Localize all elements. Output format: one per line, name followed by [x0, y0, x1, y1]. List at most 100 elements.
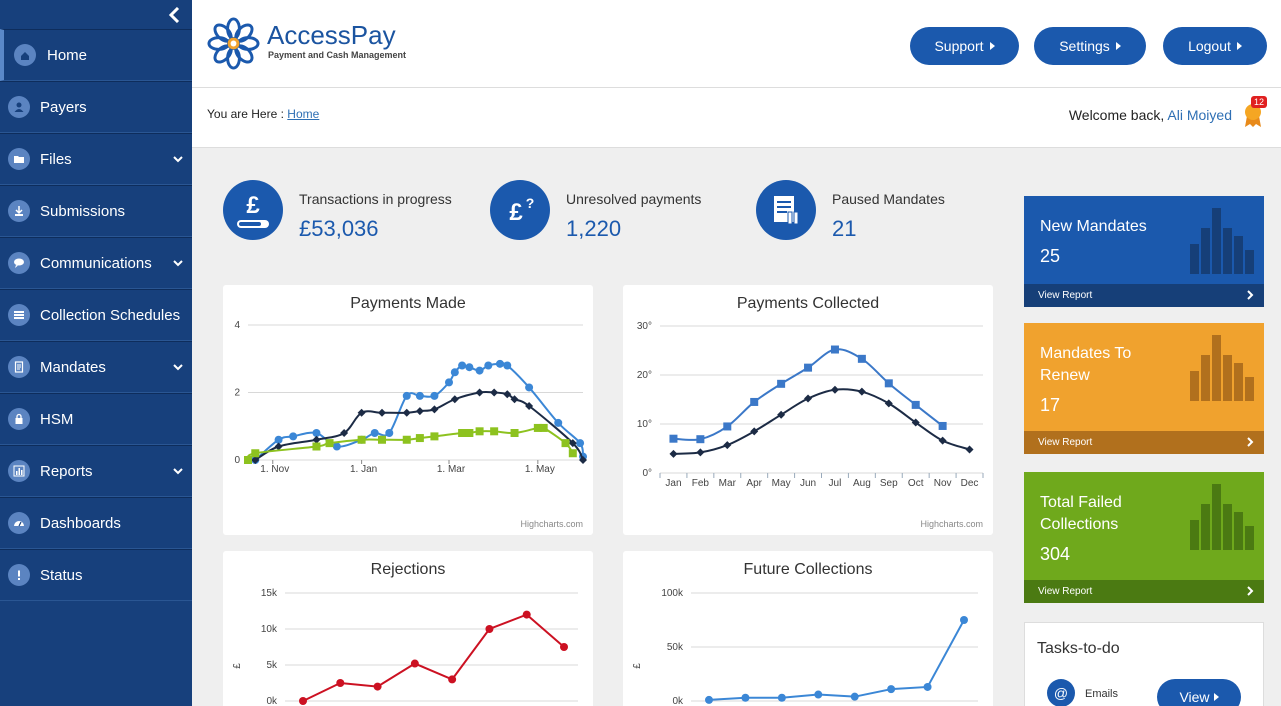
welcome-message: Welcome back, Ali Moiyed [1069, 107, 1232, 123]
data-point [522, 610, 531, 619]
bar-chart-icon [1190, 335, 1254, 401]
y-tick-label: 4 [234, 320, 240, 331]
settings-button[interactable]: Settings [1034, 27, 1146, 65]
view-report-link[interactable]: View Report [1024, 284, 1264, 307]
chart-credit[interactable]: Highcharts.com [920, 519, 983, 529]
breadcrumb-prefix: You are Here : [207, 107, 284, 121]
paused-document-icon [756, 180, 816, 240]
data-point [357, 435, 366, 444]
tasks-emails-label: Emails [1085, 688, 1119, 700]
card-count: 304 [1040, 544, 1071, 564]
caret-right-icon [1247, 586, 1254, 596]
exclamation-icon [8, 564, 30, 586]
y-tick-label: 0k [672, 696, 684, 706]
support-button-label: Support [934, 38, 984, 54]
sidebar-item-mandates[interactable]: Mandates [0, 341, 192, 393]
breadcrumb-home-link[interactable]: Home [287, 107, 319, 121]
sidebar-item-hsm[interactable]: HSM [0, 393, 192, 445]
sidebar-item-home[interactable]: Home [0, 29, 192, 81]
sidebar-item-reports[interactable]: Reports [0, 445, 192, 497]
data-point [539, 423, 548, 432]
data-point [385, 429, 394, 437]
data-point [568, 449, 577, 458]
data-point [325, 439, 334, 448]
sidebar-item-dashboards[interactable]: Dashboards [0, 497, 192, 549]
data-point [965, 445, 974, 454]
accesspay-logo-icon [207, 17, 260, 70]
total-failed-collections-card[interactable]: Total Failed Collections 304 View Report [1024, 472, 1264, 603]
at-sign-icon: @ [1047, 679, 1075, 706]
sidebar-item-files[interactable]: Files [0, 133, 192, 185]
data-point [450, 368, 459, 377]
caret-right-icon [1236, 42, 1242, 50]
sidebar-item-label: Communications [40, 254, 152, 272]
series-line [254, 390, 584, 461]
y-tick-label: 10° [637, 419, 652, 430]
data-point [485, 625, 494, 633]
data-point [938, 436, 947, 445]
data-point [402, 408, 411, 417]
chevron-down-icon [173, 156, 183, 163]
data-point [289, 432, 298, 441]
app-header: AccessPay Payment and Cash Management Su… [192, 0, 1281, 88]
view-report-link[interactable]: View Report [1024, 431, 1264, 454]
sidebar-item-payers[interactable]: Payers [0, 81, 192, 133]
x-tick-label: Feb [692, 478, 710, 489]
sidebar-item-submissions[interactable]: Submissions [0, 185, 192, 237]
svg-text:?: ? [526, 195, 535, 211]
y-tick-label: 100k [661, 588, 684, 599]
data-point [484, 361, 493, 370]
list-icon [8, 304, 30, 326]
caret-right-icon [1213, 693, 1219, 701]
y-tick-label: 15k [261, 588, 278, 599]
support-button[interactable]: Support [910, 27, 1019, 65]
card-body: Mandates To Renew 17 [1024, 323, 1264, 431]
data-point [960, 616, 968, 624]
sidebar-item-label: Files [40, 150, 72, 168]
sidebar-item-collection-schedules[interactable]: Collection Schedules [0, 289, 192, 341]
brand-tagline: Payment and Cash Management [268, 50, 407, 60]
x-tick-label: Apr [746, 478, 762, 489]
logout-button-label: Logout [1188, 38, 1231, 54]
data-point [378, 435, 386, 444]
stat-label: Unresolved payments [566, 191, 702, 207]
x-tick-label: 1. May [525, 464, 555, 475]
sidebar-item-communications[interactable]: Communications [0, 237, 192, 289]
data-point [450, 395, 459, 404]
x-tick-label: Aug [853, 478, 871, 489]
pound-progress-icon: £ [223, 180, 283, 240]
logout-button[interactable]: Logout [1163, 27, 1267, 65]
stat-label: Paused Mandates [832, 191, 945, 207]
caret-right-icon [1115, 42, 1121, 50]
y-tick-label: 2 [234, 388, 240, 399]
chart-credit[interactable]: Highcharts.com [520, 519, 583, 529]
sidebar-item-label: Home [47, 46, 88, 64]
data-point [923, 682, 932, 691]
x-tick-label: Sep [880, 478, 898, 489]
mandates-to-renew-card[interactable]: Mandates To Renew 17 View Report [1024, 323, 1264, 454]
caret-right-icon [989, 42, 995, 50]
view-report-label: View Report [1038, 437, 1093, 448]
data-point [777, 379, 786, 388]
sidebar-item-label: Payers [40, 98, 87, 116]
payments-made-chart: Payments Made 0 2 4 1. Nov 1. Jan 1. Mar 1. Ma… [223, 285, 593, 535]
sidebar-item-status[interactable]: Status [0, 549, 192, 601]
user-name-link[interactable]: Ali Moiyed [1167, 107, 1232, 123]
new-mandates-card[interactable]: New Mandates 25 View Report [1024, 196, 1264, 307]
x-tick-label: Dec [961, 478, 979, 489]
y-tick-label: 0k [266, 696, 278, 706]
chevron-down-icon [173, 468, 183, 475]
view-tasks-button[interactable]: View [1157, 679, 1241, 706]
document-icon [8, 356, 30, 378]
data-point [696, 448, 705, 457]
data-point [430, 391, 439, 400]
tasks-panel: Tasks-to-do @ Emails View [1024, 622, 1264, 706]
data-point [475, 427, 484, 436]
view-report-link[interactable]: View Report [1024, 580, 1264, 603]
card-body: Total Failed Collections 304 [1024, 472, 1264, 580]
data-point [475, 366, 484, 375]
x-tick-label: Jul [829, 478, 842, 489]
data-point [510, 429, 519, 437]
chat-icon [8, 252, 30, 274]
collapse-sidebar-icon[interactable] [168, 6, 180, 29]
